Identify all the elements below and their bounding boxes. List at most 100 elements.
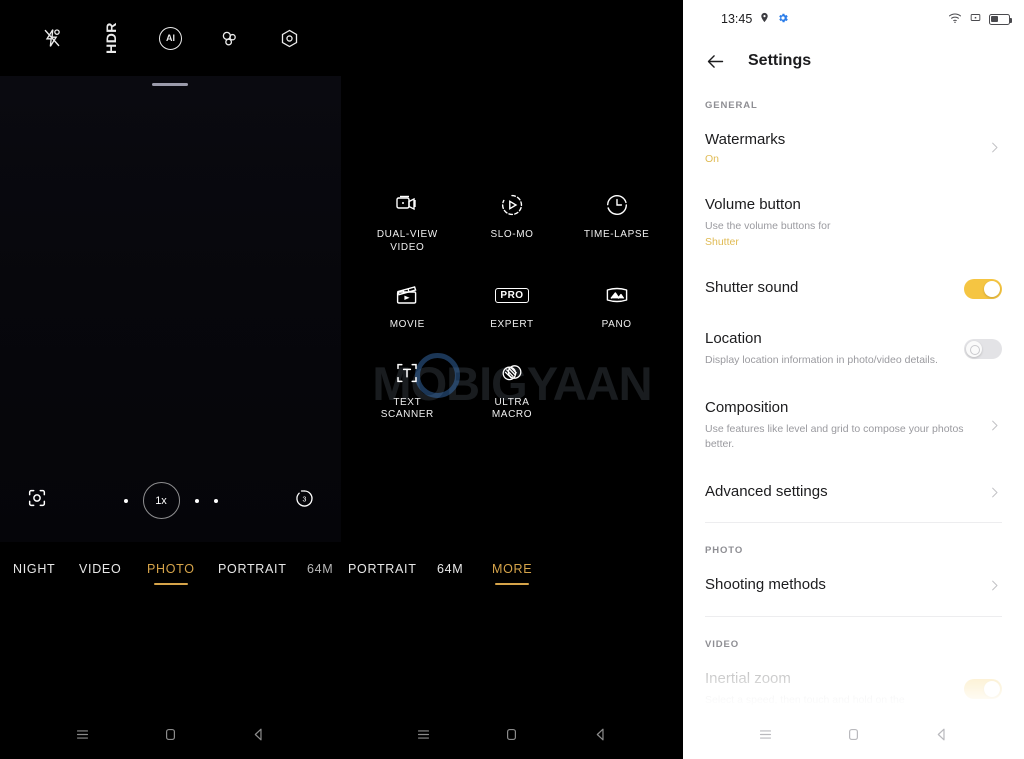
hdr-label: HDR — [103, 22, 120, 54]
shutter-sound-toggle[interactable] — [964, 279, 1002, 300]
home-icon[interactable] — [845, 726, 862, 748]
setting-description: Use features like level and grid to comp… — [705, 422, 964, 450]
setting-title: Composition — [705, 399, 789, 417]
lens-scan-icon[interactable] — [26, 487, 48, 514]
mode-label: DUAL-VIEW VIDEO — [376, 229, 438, 253]
zoom-dot[interactable] — [213, 498, 218, 503]
camera-app-area: HDR AI DUAL-VIEW VIDEO SLO-MO TIME-LAPSE… — [0, 0, 683, 759]
setting-row-volume-button[interactable]: Volume button Use the volume buttons for… — [705, 180, 1002, 264]
navigation-bar-1 — [0, 715, 341, 759]
setting-title: Volume button — [705, 195, 801, 213]
mode-movie[interactable]: MOVIE — [355, 280, 460, 332]
flash-off-icon[interactable] — [37, 23, 67, 53]
time-lapse-icon — [604, 190, 630, 220]
mode-label: PANO — [601, 319, 632, 330]
camera-mode-strip: NIGHT VIDEO PHOTO PORTRAIT 64M PORTRAIT … — [0, 552, 683, 586]
location-pin-icon — [759, 12, 770, 26]
menu-icon[interactable] — [757, 726, 774, 748]
setting-row-shooting-methods[interactable]: Shooting methods — [705, 560, 1002, 610]
location-toggle[interactable] — [964, 339, 1002, 360]
setting-row-advanced-settings[interactable]: Advanced settings — [705, 467, 1002, 517]
mode-tab-photo[interactable]: PHOTO — [147, 562, 195, 576]
setting-title: Watermarks — [705, 131, 786, 148]
wifi-icon — [948, 12, 962, 27]
zoom-dot[interactable] — [194, 498, 199, 503]
mode-label: TIME-LAPSE — [583, 229, 650, 240]
mode-pano[interactable]: PANO — [564, 280, 669, 332]
phone-screenshot-composite: HDR AI DUAL-VIEW VIDEO SLO-MO TIME-LAPSE… — [0, 0, 1024, 759]
back-triangle-icon[interactable] — [250, 726, 267, 748]
page-title: Settings — [748, 52, 812, 69]
zoom-level-button[interactable]: 1x — [142, 482, 180, 519]
setting-description: Select a speed, then touch and hold on t… — [705, 693, 905, 706]
mode-text-scanner[interactable]: TEXT SCANNER — [355, 358, 460, 422]
chevron-right-icon — [987, 485, 1002, 500]
camera-settings-panel: 13:45 Settings GENERAL Watermarks On Vol… — [683, 0, 1024, 759]
setting-row-shutter-sound[interactable]: Shutter sound — [705, 263, 1002, 314]
color-filters-icon[interactable] — [215, 23, 245, 53]
mode-tab-portrait-2[interactable]: PORTRAIT — [348, 562, 417, 576]
section-divider — [705, 522, 1002, 524]
expert-pro-icon: PRO — [495, 280, 529, 310]
camera-more-modes-grid: DUAL-VIEW VIDEO SLO-MO TIME-LAPSE MOVIE … — [341, 190, 683, 422]
settings-header: Settings — [683, 38, 1024, 84]
mode-time-lapse[interactable]: TIME-LAPSE — [564, 190, 669, 254]
setting-description: Use the volume buttons for — [705, 219, 831, 232]
mode-dual-view-video[interactable]: DUAL-VIEW VIDEO — [355, 190, 460, 254]
mode-tab-64m[interactable]: 64M — [307, 562, 333, 576]
mode-label: SLO-MO — [490, 229, 534, 240]
status-bar: 13:45 — [683, 0, 1024, 38]
timer-icon[interactable]: 3 — [294, 488, 315, 514]
setting-title: Shooting methods — [705, 576, 826, 594]
inertial-zoom-toggle[interactable] — [964, 678, 1002, 699]
setting-title: Advanced settings — [705, 482, 828, 500]
zoom-cluster: 1x — [123, 482, 218, 519]
svg-text:3: 3 — [303, 496, 307, 503]
camera-viewfinder-left[interactable] — [0, 76, 341, 542]
pro-badge-label: PRO — [495, 287, 529, 303]
mode-label: ULTRA MACRO — [491, 396, 533, 421]
chevron-right-icon — [987, 418, 1002, 433]
back-triangle-icon[interactable] — [592, 726, 609, 748]
mode-tab-more[interactable]: MORE — [492, 562, 532, 576]
back-arrow-icon[interactable] — [705, 51, 726, 72]
movie-icon — [394, 280, 420, 310]
pano-icon — [604, 280, 630, 310]
slo-mo-icon — [499, 190, 525, 220]
mode-label: EXPERT — [490, 319, 534, 330]
camera-settings-icon[interactable] — [274, 23, 304, 53]
setting-row-composition[interactable]: Composition Use features like level and … — [705, 383, 1002, 467]
chevron-right-icon — [987, 578, 1002, 593]
square-dot-icon — [969, 11, 982, 27]
hdr-icon[interactable]: HDR — [96, 22, 126, 54]
settings-list: GENERAL Watermarks On Volume button Use … — [683, 84, 1024, 723]
status-bar-right — [948, 11, 1013, 27]
zoom-dot[interactable] — [123, 498, 128, 503]
ai-scene-icon[interactable]: AI — [155, 23, 185, 53]
menu-icon[interactable] — [74, 726, 91, 748]
back-triangle-icon[interactable] — [933, 726, 950, 748]
mode-tab-video[interactable]: VIDEO — [79, 562, 121, 576]
mode-tab-64m-2[interactable]: 64M — [437, 562, 463, 576]
dual-view-video-icon — [394, 190, 420, 220]
status-bar-left: 13:45 — [721, 12, 789, 27]
mode-slo-mo[interactable]: SLO-MO — [460, 190, 565, 254]
camera-zoom-control-row: 1x 3 — [0, 478, 341, 523]
setting-title: Inertial zoom — [705, 670, 791, 688]
mode-ultra-macro[interactable]: ULTRA MACRO — [460, 358, 565, 422]
home-icon[interactable] — [503, 726, 520, 748]
mode-expert[interactable]: PRO EXPERT — [460, 280, 565, 332]
navigation-bar-3 — [683, 715, 1024, 759]
section-label-photo: PHOTO — [705, 545, 744, 557]
mode-tab-night[interactable]: NIGHT — [13, 562, 55, 576]
setting-row-location[interactable]: Location Display location information in… — [705, 314, 1002, 383]
setting-row-watermarks[interactable]: Watermarks On — [705, 115, 1002, 180]
menu-icon[interactable] — [415, 726, 432, 748]
setting-title: Shutter sound — [705, 279, 799, 297]
setting-row-inertial-zoom[interactable]: Inertial zoom Select a speed, then touch… — [705, 654, 1002, 723]
home-icon[interactable] — [162, 726, 179, 748]
mode-tab-portrait[interactable]: PORTRAIT — [218, 562, 287, 576]
ai-badge-label: AI — [158, 26, 182, 50]
status-time: 13:45 — [721, 12, 753, 26]
battery-icon — [989, 13, 1013, 25]
